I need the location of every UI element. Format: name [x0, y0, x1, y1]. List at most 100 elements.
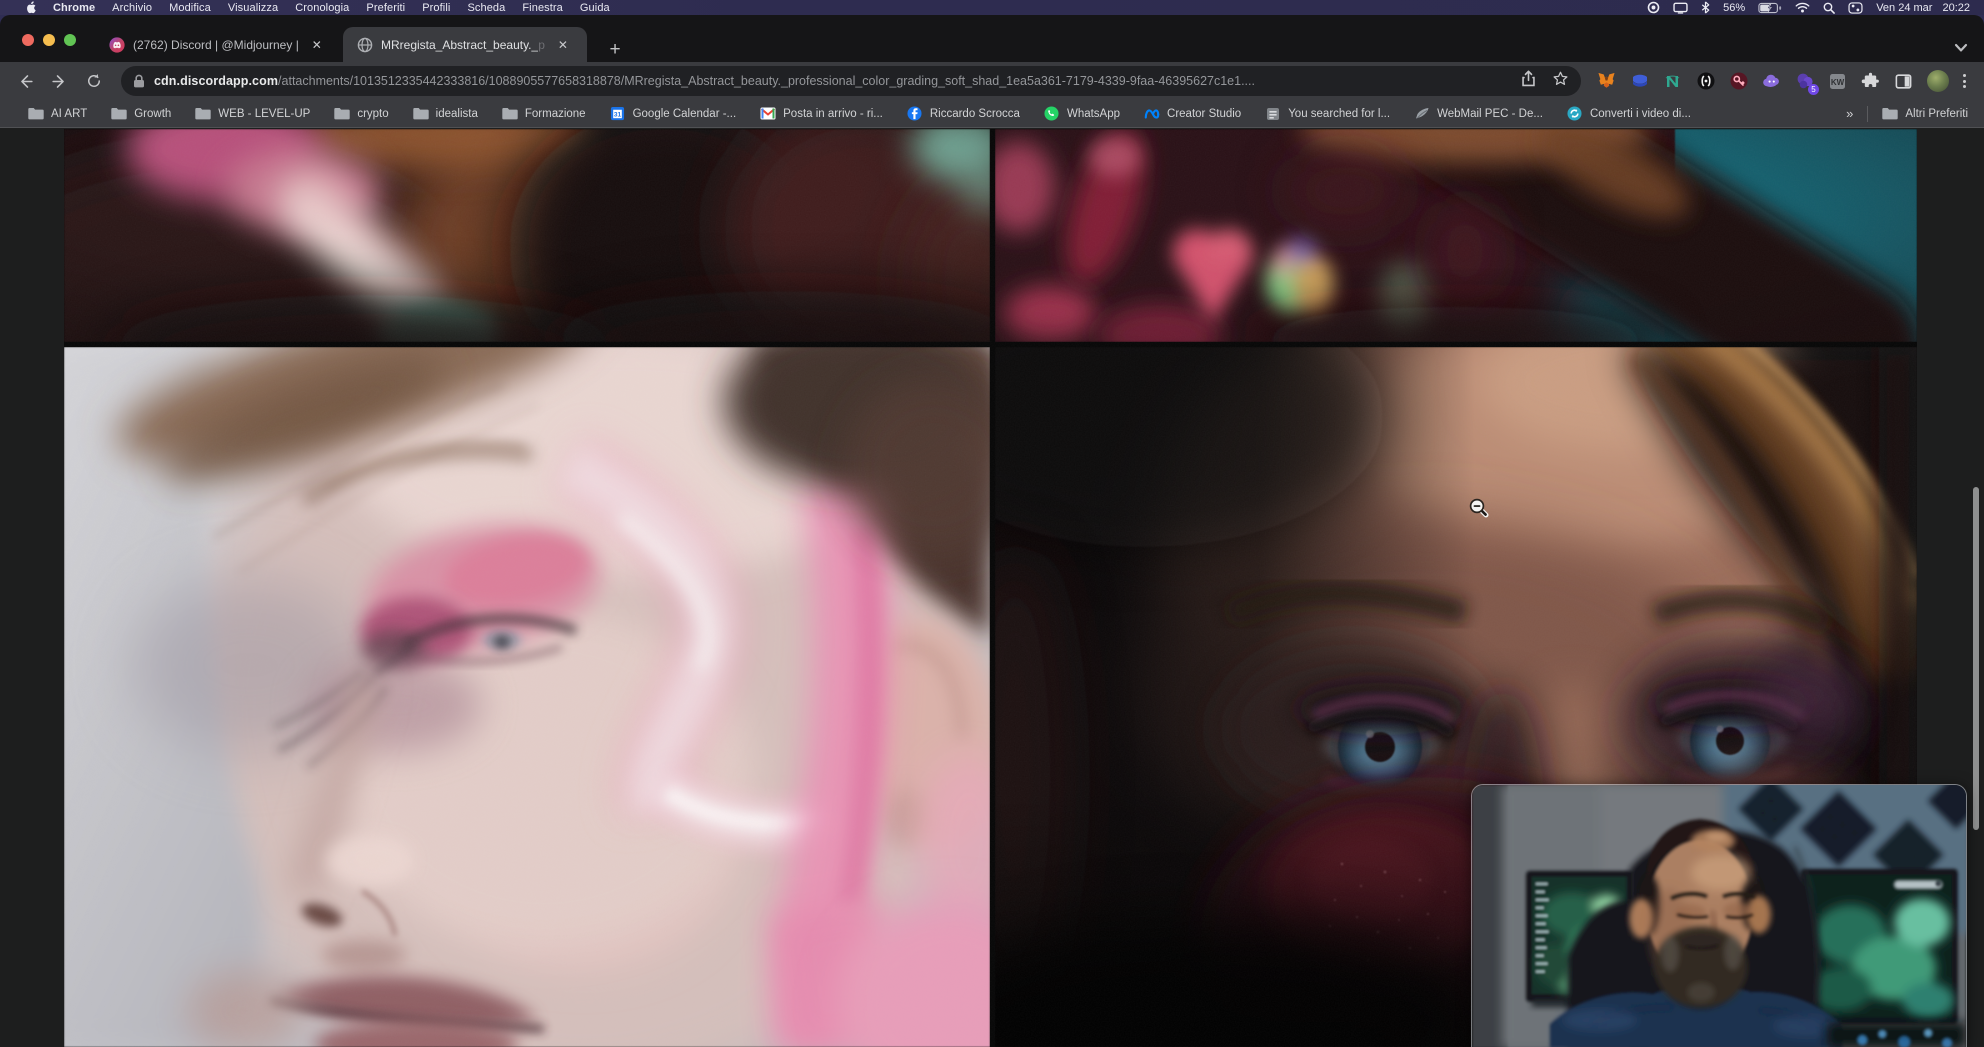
- bookmarks-overflow-chevron[interactable]: »: [1846, 106, 1853, 121]
- bookmark-label: Converti i video di...: [1590, 108, 1691, 120]
- folder-icon: [28, 106, 44, 122]
- convert-teal-icon: [1567, 106, 1583, 122]
- bookmark-label: idealista: [436, 108, 478, 120]
- bookmark-label: AI ART: [51, 108, 87, 120]
- menu-archivio[interactable]: Archivio: [112, 2, 152, 14]
- bookmark-star-icon[interactable]: [1552, 70, 1569, 92]
- bookmark-you-searched-for-l[interactable]: You searched for l...: [1265, 106, 1390, 122]
- menu-preferiti[interactable]: Preferiti: [366, 2, 405, 14]
- address-bar[interactable]: cdn.discordapp.com/attachments/101351233…: [121, 66, 1581, 96]
- bookmark-growth[interactable]: Growth: [111, 106, 171, 122]
- other-bookmarks-folder[interactable]: Altri Preferiti: [1882, 106, 1968, 122]
- menu-visualizza[interactable]: Visualizza: [228, 2, 278, 14]
- bookmark-google-calendar[interactable]: 31Google Calendar -...: [610, 106, 737, 122]
- folder-icon: [195, 106, 211, 122]
- extension-n-teal-icon[interactable]: [1663, 72, 1682, 91]
- tab-close-icon[interactable]: ✕: [555, 37, 571, 53]
- tab-active[interactable]: MRregista_Abstract_beauty._p✕: [343, 27, 587, 62]
- window-controls: [22, 34, 76, 46]
- bookmark-whatsapp[interactable]: WhatsApp: [1044, 106, 1120, 122]
- side-panel-icon[interactable]: [1894, 72, 1913, 91]
- extension-cloud-purple-icon[interactable]: [1762, 72, 1781, 91]
- gmail-icon: [760, 106, 776, 122]
- zoom-window-button[interactable]: [64, 34, 76, 46]
- extension-wallet-blue-icon[interactable]: [1630, 72, 1649, 91]
- menu-bar-left: Chrome Archivio Modifica Visualizza Cronolog…: [24, 1, 610, 15]
- forward-button[interactable]: [46, 68, 72, 94]
- tab-search-chevron-icon[interactable]: [1950, 37, 1972, 59]
- meta-icon: [1144, 106, 1160, 122]
- menu-finestra[interactable]: Finestra: [522, 2, 563, 14]
- reload-button[interactable]: [81, 68, 107, 94]
- bookmark-formazione[interactable]: Formazione: [502, 106, 586, 122]
- menu-scheda[interactable]: Scheda: [467, 2, 505, 14]
- bookmark-label: crypto: [357, 108, 388, 120]
- extension-dark-circle-icon[interactable]: [1696, 72, 1715, 91]
- record-icon[interactable]: [1647, 1, 1660, 14]
- globe-favicon-icon: [357, 37, 373, 53]
- bookmark-label: WEB - LEVEL-UP: [218, 108, 310, 120]
- control-center-icon[interactable]: [1848, 2, 1863, 14]
- svg-text:31: 31: [614, 111, 622, 118]
- bookmark-creator-studio[interactable]: Creator Studio: [1144, 106, 1241, 122]
- bookmark-crypto[interactable]: crypto: [334, 106, 388, 122]
- bookmark-web-level-up[interactable]: WEB - LEVEL-UP: [195, 106, 310, 122]
- bluetooth-icon[interactable]: [1701, 1, 1710, 14]
- bookmark-label: Creator Studio: [1167, 108, 1241, 120]
- minimize-window-button[interactable]: [43, 34, 55, 46]
- webcam-overlay: [1471, 784, 1967, 1047]
- extension-purple-badge-icon[interactable]: 5: [1795, 72, 1814, 91]
- extensions-area: 5 KW: [1597, 70, 1980, 92]
- tab-label-faded: p: [538, 38, 545, 52]
- share-icon[interactable]: [1521, 70, 1536, 92]
- bookmark-riccardo-scrocca[interactable]: Riccardo Scrocca: [907, 106, 1020, 122]
- new-tab-button[interactable]: +: [602, 37, 628, 63]
- bookmarks-bar: AI ART Growth WEB - LEVEL-UP crypto idealist…: [0, 100, 1984, 128]
- bookmarks-right: » Altri Preferiti: [1846, 106, 1968, 122]
- browser-menu-icon[interactable]: [1963, 74, 1966, 88]
- image-quadrant-bottom-left: [64, 347, 990, 1047]
- image-quadrant-top-right: [995, 129, 1917, 342]
- search-icon[interactable]: [1823, 2, 1835, 14]
- menu-bar-status: 56% Ven 24 mar 20:22: [1647, 1, 1970, 14]
- extension-metamask-icon[interactable]: [1597, 72, 1616, 91]
- bookmark-converti-i-video-di[interactable]: Converti i video di...: [1567, 106, 1691, 122]
- profile-avatar[interactable]: [1927, 70, 1949, 92]
- extension-grey-square-icon[interactable]: KW: [1828, 72, 1847, 91]
- close-window-button[interactable]: [22, 34, 34, 46]
- macos-menu-bar: Chrome Archivio Modifica Visualizza Cronolog…: [0, 0, 1984, 15]
- gcal-icon: 31: [610, 106, 626, 122]
- browser-toolbar: cdn.discordapp.com/attachments/101351233…: [0, 62, 1984, 100]
- kebab-dot: [1963, 74, 1966, 77]
- bookmark-idealista[interactable]: idealista: [413, 106, 478, 122]
- extension-key-red-icon[interactable]: [1729, 72, 1748, 91]
- scrollbar-thumb[interactable]: [1973, 487, 1979, 830]
- wifi-icon[interactable]: [1795, 2, 1810, 13]
- page-content: [0, 128, 1984, 1047]
- bookmark-webmail-pec-de[interactable]: WebMail PEC - De...: [1414, 106, 1543, 122]
- browser-window: (2762) Discord | @Midjourney |✕MRregista…: [0, 15, 1984, 1047]
- tab-0[interactable]: (2762) Discord | @Midjourney |✕: [109, 27, 349, 62]
- folder-icon: [111, 106, 127, 122]
- back-button[interactable]: [12, 68, 38, 94]
- menu-profili[interactable]: Profili: [422, 2, 450, 14]
- extensions-puzzle-icon[interactable]: [1861, 72, 1880, 91]
- bookmark-label: WhatsApp: [1067, 108, 1120, 120]
- extension-badge: 5: [1808, 84, 1819, 95]
- menu-modifica[interactable]: Modifica: [169, 2, 211, 14]
- battery-icon[interactable]: [1758, 2, 1782, 14]
- menu-cronologia[interactable]: Cronologia: [295, 2, 349, 14]
- bookmark-ai-art[interactable]: AI ART: [28, 106, 87, 122]
- tab-strip: (2762) Discord | @Midjourney |✕MRregista…: [0, 15, 1984, 62]
- screen: Chrome Archivio Modifica Visualizza Cronolog…: [0, 0, 1984, 1047]
- tab-close-icon[interactable]: ✕: [309, 37, 325, 53]
- clock-date: Ven 24 mar: [1876, 2, 1932, 14]
- display-icon[interactable]: [1673, 2, 1688, 14]
- padlock-icon[interactable]: [133, 74, 145, 88]
- bookmark-posta-in-arrivo-ri[interactable]: Posta in arrivo - ri...: [760, 106, 883, 122]
- image-quadrant-top-left: [64, 129, 990, 342]
- apple-icon[interactable]: [24, 1, 36, 15]
- menu-guida[interactable]: Guida: [580, 2, 610, 14]
- bookmark-label: Growth: [134, 108, 171, 120]
- menu-chrome[interactable]: Chrome: [53, 2, 95, 14]
